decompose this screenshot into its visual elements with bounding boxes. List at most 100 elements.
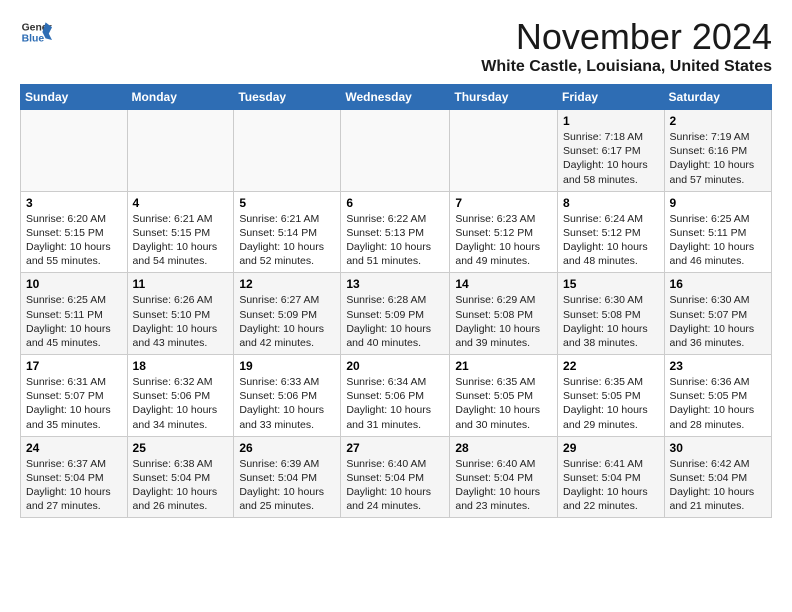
day-info: Sunrise: 6:39 AM Sunset: 5:04 PM Dayligh… xyxy=(239,457,335,514)
weekday-header-sunday: Sunday xyxy=(21,85,128,110)
calendar-cell: 16 Sunrise: 6:30 AM Sunset: 5:07 PM Dayli… xyxy=(664,273,771,355)
day-info: Sunrise: 6:38 AM Sunset: 5:04 PM Dayligh… xyxy=(133,457,229,514)
calendar-cell xyxy=(127,110,234,192)
calendar-cell: 29Sunrise: 6:41 AM Sunset: 5:04 PM Dayli… xyxy=(558,436,665,518)
day-number: 28 xyxy=(455,441,552,455)
day-number: 4 xyxy=(133,196,229,210)
day-number: 10 xyxy=(26,277,122,291)
day-number: 29 xyxy=(563,441,659,455)
calendar-body: 1Sunrise: 7:18 AM Sunset: 6:17 PM Daylig… xyxy=(21,110,772,518)
day-info: Sunrise: 6:32 AM Sunset: 5:06 PM Dayligh… xyxy=(133,375,229,432)
day-number: 16 xyxy=(670,277,766,291)
calendar-cell: 5 Sunrise: 6:21 AM Sunset: 5:14 PM Daylig… xyxy=(234,191,341,273)
calendar-cell: 17 Sunrise: 6:31 AM Sunset: 5:07 PM Dayli… xyxy=(21,355,128,437)
calendar-cell: 8Sunrise: 6:24 AM Sunset: 5:12 PM Daylig… xyxy=(558,191,665,273)
calendar-cell: 7 Sunrise: 6:23 AM Sunset: 5:12 PM Daylig… xyxy=(450,191,558,273)
day-info: Sunrise: 6:23 AM Sunset: 5:12 PM Dayligh… xyxy=(455,212,552,269)
calendar-cell: 1Sunrise: 7:18 AM Sunset: 6:17 PM Daylig… xyxy=(558,110,665,192)
month-title: November 2024 xyxy=(481,16,772,58)
weekday-header-thursday: Thursday xyxy=(450,85,558,110)
day-info: Sunrise: 6:28 AM Sunset: 5:09 PM Dayligh… xyxy=(346,293,444,350)
day-number: 17 xyxy=(26,359,122,373)
calendar-header: SundayMondayTuesdayWednesdayThursdayFrid… xyxy=(21,85,772,110)
calendar-cell: 10 Sunrise: 6:25 AM Sunset: 5:11 PM Dayli… xyxy=(21,273,128,355)
calendar-cell: 3Sunrise: 6:20 AM Sunset: 5:15 PM Daylig… xyxy=(21,191,128,273)
calendar-cell: 24 Sunrise: 6:37 AM Sunset: 5:04 PM Dayli… xyxy=(21,436,128,518)
day-info: Sunrise: 6:35 AM Sunset: 5:05 PM Dayligh… xyxy=(455,375,552,432)
day-info: Sunrise: 7:19 AM Sunset: 6:16 PM Dayligh… xyxy=(670,130,766,187)
calendar-cell: 25 Sunrise: 6:38 AM Sunset: 5:04 PM Dayli… xyxy=(127,436,234,518)
calendar-cell: 28Sunrise: 6:40 AM Sunset: 5:04 PM Dayli… xyxy=(450,436,558,518)
day-number: 23 xyxy=(670,359,766,373)
calendar-cell: 26 Sunrise: 6:39 AM Sunset: 5:04 PM Dayli… xyxy=(234,436,341,518)
day-info: Sunrise: 6:31 AM Sunset: 5:07 PM Dayligh… xyxy=(26,375,122,432)
calendar-cell: 15 Sunrise: 6:30 AM Sunset: 5:08 PM Dayli… xyxy=(558,273,665,355)
day-info: Sunrise: 6:37 AM Sunset: 5:04 PM Dayligh… xyxy=(26,457,122,514)
calendar-cell: 6 Sunrise: 6:22 AM Sunset: 5:13 PM Daylig… xyxy=(341,191,450,273)
day-number: 22 xyxy=(563,359,659,373)
calendar-cell xyxy=(234,110,341,192)
calendar-cell: 2 Sunrise: 7:19 AM Sunset: 6:16 PM Daylig… xyxy=(664,110,771,192)
weekday-header-saturday: Saturday xyxy=(664,85,771,110)
weekday-header-monday: Monday xyxy=(127,85,234,110)
calendar-cell: 11Sunrise: 6:26 AM Sunset: 5:10 PM Dayli… xyxy=(127,273,234,355)
day-info: Sunrise: 6:25 AM Sunset: 5:11 PM Dayligh… xyxy=(670,212,766,269)
logo: General Blue xyxy=(20,16,52,48)
location-title: White Castle, Louisiana, United States xyxy=(481,58,772,76)
day-number: 5 xyxy=(239,196,335,210)
calendar-table: SundayMondayTuesdayWednesdayThursdayFrid… xyxy=(20,84,772,518)
day-info: Sunrise: 6:21 AM Sunset: 5:15 PM Dayligh… xyxy=(133,212,229,269)
weekday-header-friday: Friday xyxy=(558,85,665,110)
day-number: 21 xyxy=(455,359,552,373)
logo-icon: General Blue xyxy=(20,16,52,48)
day-number: 26 xyxy=(239,441,335,455)
day-number: 11 xyxy=(133,277,229,291)
calendar-week-2: 3Sunrise: 6:20 AM Sunset: 5:15 PM Daylig… xyxy=(21,191,772,273)
day-number: 15 xyxy=(563,277,659,291)
calendar-cell: 19 Sunrise: 6:33 AM Sunset: 5:06 PM Dayli… xyxy=(234,355,341,437)
calendar-cell: 27 Sunrise: 6:40 AM Sunset: 5:04 PM Dayli… xyxy=(341,436,450,518)
day-number: 27 xyxy=(346,441,444,455)
day-number: 7 xyxy=(455,196,552,210)
calendar-cell: 18 Sunrise: 6:32 AM Sunset: 5:06 PM Dayli… xyxy=(127,355,234,437)
day-number: 25 xyxy=(133,441,229,455)
day-number: 14 xyxy=(455,277,552,291)
day-info: Sunrise: 6:34 AM Sunset: 5:06 PM Dayligh… xyxy=(346,375,444,432)
calendar-cell: 20Sunrise: 6:34 AM Sunset: 5:06 PM Dayli… xyxy=(341,355,450,437)
day-number: 19 xyxy=(239,359,335,373)
weekday-header-row: SundayMondayTuesdayWednesdayThursdayFrid… xyxy=(21,85,772,110)
calendar-cell: 12Sunrise: 6:27 AM Sunset: 5:09 PM Dayli… xyxy=(234,273,341,355)
day-number: 6 xyxy=(346,196,444,210)
day-number: 13 xyxy=(346,277,444,291)
page-header: General Blue November 2024 White Castle,… xyxy=(20,16,772,76)
title-area: November 2024 White Castle, Louisiana, U… xyxy=(481,16,772,76)
day-number: 2 xyxy=(670,114,766,128)
day-info: Sunrise: 6:21 AM Sunset: 5:14 PM Dayligh… xyxy=(239,212,335,269)
day-info: Sunrise: 6:20 AM Sunset: 5:15 PM Dayligh… xyxy=(26,212,122,269)
day-info: Sunrise: 6:30 AM Sunset: 5:08 PM Dayligh… xyxy=(563,293,659,350)
calendar-cell: 21 Sunrise: 6:35 AM Sunset: 5:05 PM Dayli… xyxy=(450,355,558,437)
day-info: Sunrise: 6:42 AM Sunset: 5:04 PM Dayligh… xyxy=(670,457,766,514)
svg-text:Blue: Blue xyxy=(22,34,45,45)
calendar-cell xyxy=(341,110,450,192)
day-info: Sunrise: 6:36 AM Sunset: 5:05 PM Dayligh… xyxy=(670,375,766,432)
day-info: Sunrise: 6:25 AM Sunset: 5:11 PM Dayligh… xyxy=(26,293,122,350)
day-number: 30 xyxy=(670,441,766,455)
day-number: 18 xyxy=(133,359,229,373)
calendar-cell: 23 Sunrise: 6:36 AM Sunset: 5:05 PM Dayli… xyxy=(664,355,771,437)
day-number: 8 xyxy=(563,196,659,210)
calendar-cell: 22 Sunrise: 6:35 AM Sunset: 5:05 PM Dayli… xyxy=(558,355,665,437)
day-info: Sunrise: 6:35 AM Sunset: 5:05 PM Dayligh… xyxy=(563,375,659,432)
day-info: Sunrise: 6:22 AM Sunset: 5:13 PM Dayligh… xyxy=(346,212,444,269)
day-info: Sunrise: 6:40 AM Sunset: 5:04 PM Dayligh… xyxy=(346,457,444,514)
calendar-cell: 9 Sunrise: 6:25 AM Sunset: 5:11 PM Daylig… xyxy=(664,191,771,273)
day-number: 24 xyxy=(26,441,122,455)
calendar-week-1: 1Sunrise: 7:18 AM Sunset: 6:17 PM Daylig… xyxy=(21,110,772,192)
calendar-week-5: 24 Sunrise: 6:37 AM Sunset: 5:04 PM Dayli… xyxy=(21,436,772,518)
day-info: Sunrise: 6:27 AM Sunset: 5:09 PM Dayligh… xyxy=(239,293,335,350)
weekday-header-wednesday: Wednesday xyxy=(341,85,450,110)
day-info: Sunrise: 6:33 AM Sunset: 5:06 PM Dayligh… xyxy=(239,375,335,432)
day-number: 9 xyxy=(670,196,766,210)
day-info: Sunrise: 6:30 AM Sunset: 5:07 PM Dayligh… xyxy=(670,293,766,350)
calendar-cell xyxy=(21,110,128,192)
